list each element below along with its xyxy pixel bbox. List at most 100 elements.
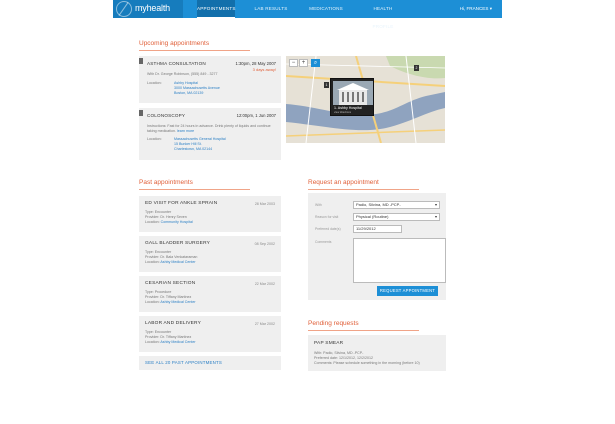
address-line-2: Charlestown, MA 02144 [174, 147, 213, 151]
location-map[interactable]: − + ⌕ 1. Ashby Hospital view directions … [286, 56, 445, 143]
caret-down-icon: ▾ [489, 6, 492, 11]
upcoming-appointment-card[interactable]: ASTHMA CONSULTATION 1:30pm, 28 May 2007 … [139, 56, 281, 103]
zoom-in-button[interactable]: + [299, 59, 308, 67]
logo-mark-icon [116, 1, 132, 17]
see-all-link[interactable]: SEE ALL 20 PAST APPOINTMENTS [145, 360, 222, 365]
location-label: Location: [145, 300, 160, 304]
past-appointment-location: Location: Ashby Medical Center [145, 260, 196, 264]
past-appointment-title: GALL BLADDER SURGERY [145, 241, 211, 246]
zoom-out-button[interactable]: − [289, 59, 298, 67]
map-pin-2[interactable]: 2 [414, 65, 419, 71]
past-appointment-date: 27 Mar 2002 [254, 322, 275, 326]
flag-icon [139, 58, 143, 64]
pending-request-title: PAP SMEAR [314, 341, 344, 346]
past-appointment-provider: Provider: Dr. Tiffany Martinez [145, 295, 192, 299]
past-appointment-type: Type: Encounter [145, 330, 172, 334]
request-section-title: Request an appointment [308, 179, 419, 190]
request-appointment-form: With Padio, Silvina, MD -PCP- ▾ Reason f… [308, 193, 446, 300]
appointment-title: COLONOSCOPY [147, 113, 186, 118]
preferred-date-input[interactable]: 11/29/2012 [353, 225, 402, 233]
appointment-instructions: Instructions: Fast for 24 hours in advan… [147, 124, 279, 134]
reason-select-value: Physical (Routine) [356, 214, 389, 219]
road-line [286, 129, 445, 137]
past-appointment-card[interactable]: LABOR AND DELIVERY 27 Mar 2002 Type: Enc… [139, 316, 281, 352]
appointment-datetime: 12:00pm, 1 Jun 2007 [236, 113, 276, 118]
tab-health-profile[interactable]: HEALTH PROFILE [363, 0, 403, 29]
location-label: Location: [147, 137, 162, 141]
popup-directions-link[interactable]: view directions [334, 111, 351, 114]
tab-medications[interactable]: MEDICATIONS [308, 0, 344, 18]
past-appointment-location: Location: Ashby Medical Center [145, 340, 196, 344]
app-logo[interactable]: myhealth [113, 0, 183, 18]
user-greeting: Hi, FRANCES [459, 6, 489, 11]
past-appointment-card[interactable]: CESARIAN SECTION 22 Mar 2002 Type: Proce… [139, 276, 281, 312]
appointment-countdown: 3 days away! [252, 67, 276, 72]
instructions-text: Instructions: Fast for 24 hours in advan… [147, 124, 271, 133]
preferred-date-label: Preferred date(s) [315, 227, 341, 231]
past-appointment-card[interactable]: ED VISIT FOR ANKLE SPRAIN 28 Mar 2003 Ty… [139, 196, 281, 232]
hospital-photo [333, 81, 373, 105]
pending-request-comments: Comments: Please schedule something in t… [314, 361, 420, 365]
past-appointment-location: Location: Ashby Medical Center [145, 300, 196, 304]
past-appointment-provider: Provider: Dr. Henry Seven [145, 215, 187, 219]
popup-location-name: 1. Ashby Hospital [334, 106, 362, 110]
user-menu[interactable]: Hi, FRANCES ▾ [460, 0, 492, 18]
tab-lab-results[interactable]: LAB RESULTS [253, 0, 289, 18]
map-pin-1[interactable]: 1 [324, 82, 329, 88]
location-link[interactable]: Ashby Medical Center [160, 340, 195, 344]
road-line [305, 56, 317, 143]
comments-textarea[interactable] [353, 238, 446, 283]
past-appointment-date: 08 Sep 2002 [254, 242, 275, 246]
reason-select[interactable]: Physical (Routine) ▾ [353, 213, 440, 221]
upcoming-section-title: Upcoming appointments [139, 40, 250, 51]
hospital-building-icon [337, 83, 369, 105]
magnifier-icon[interactable]: ⌕ [311, 59, 320, 67]
top-nav-bar: myhealth APPOINTMENTS LAB RESULTS MEDICA… [113, 0, 502, 29]
location-address[interactable]: Massachusetts General Hospital 15 Bunker… [174, 137, 226, 152]
past-appointment-title: LABOR AND DELIVERY [145, 321, 202, 326]
past-appointment-title: ED VISIT FOR ANKLE SPRAIN [145, 201, 218, 206]
pending-request-card[interactable]: PAP SMEAR With: Padio, Silvina, MD -PCP-… [308, 335, 446, 371]
past-appointment-type: Type: Encounter [145, 250, 172, 254]
location-link[interactable]: Ashby Medical Center [160, 300, 195, 304]
past-section-title: Past appointments [139, 179, 250, 190]
map-location-popup[interactable]: 1. Ashby Hospital view directions [330, 78, 374, 116]
chevron-down-icon: ▾ [434, 214, 437, 219]
past-appointment-provider: Provider: Dr. Bala Venkataraman [145, 255, 198, 259]
past-appointment-type: Type: Encounter [145, 210, 172, 214]
flag-icon [139, 110, 143, 116]
with-select[interactable]: Padio, Silvina, MD -PCP- ▾ [353, 201, 440, 209]
pending-request-date: Preferred date: 12/1/2012, 12/2/2012 [314, 356, 373, 360]
learn-more-link[interactable]: learn more [177, 129, 194, 133]
pending-section-title: Pending requests [308, 320, 419, 331]
appointment-with: With Dr. George Robinson, (555) 849 - 32… [147, 72, 218, 76]
appointment-datetime: 1:30pm, 28 May 2007 [235, 61, 276, 66]
location-label: Location: [145, 260, 160, 264]
location-link[interactable]: Ashby Medical Center [160, 260, 195, 264]
past-appointment-provider: Provider: Dr. Tiffany Martinez [145, 335, 192, 339]
past-appointment-date: 22 Mar 2002 [254, 282, 275, 286]
location-label: Location: [145, 340, 160, 344]
with-label: With [315, 203, 322, 207]
location-link[interactable]: Community Hospital [161, 220, 193, 224]
pending-request-with: With: Padio, Silvina, MD -PCP- [314, 351, 364, 355]
tab-appointments[interactable]: APPOINTMENTS [197, 0, 235, 18]
upcoming-appointment-card[interactable]: COLONOSCOPY 12:00pm, 1 Jun 2007 Instruct… [139, 108, 281, 160]
address-line-2: Boston, MA 02139 [174, 91, 204, 95]
see-all-past-appointments[interactable]: SEE ALL 20 PAST APPOINTMENTS [139, 356, 281, 370]
location-label: Location: [145, 220, 160, 224]
appointment-title: ASTHMA CONSULTATION [147, 61, 206, 66]
past-appointment-date: 28 Mar 2003 [254, 202, 275, 206]
past-appointment-title: CESARIAN SECTION [145, 281, 196, 286]
comments-label: Comments [315, 240, 332, 244]
past-appointment-type: Type: Procedure [145, 290, 172, 294]
location-address[interactable]: Ashby Hospital 3000 Massachusetts Avenue… [174, 81, 220, 96]
location-label: Location: [147, 81, 162, 85]
request-appointment-button[interactable]: REQUEST APPOINTMENT [377, 286, 438, 296]
logo-text: myhealth [135, 3, 170, 13]
past-appointment-location: Location: Community Hospital [145, 220, 193, 224]
with-select-value: Padio, Silvina, MD -PCP- [356, 202, 401, 207]
chevron-down-icon: ▾ [434, 202, 437, 207]
reason-label: Reason for visit [315, 215, 339, 219]
past-appointment-card[interactable]: GALL BLADDER SURGERY 08 Sep 2002 Type: E… [139, 236, 281, 272]
